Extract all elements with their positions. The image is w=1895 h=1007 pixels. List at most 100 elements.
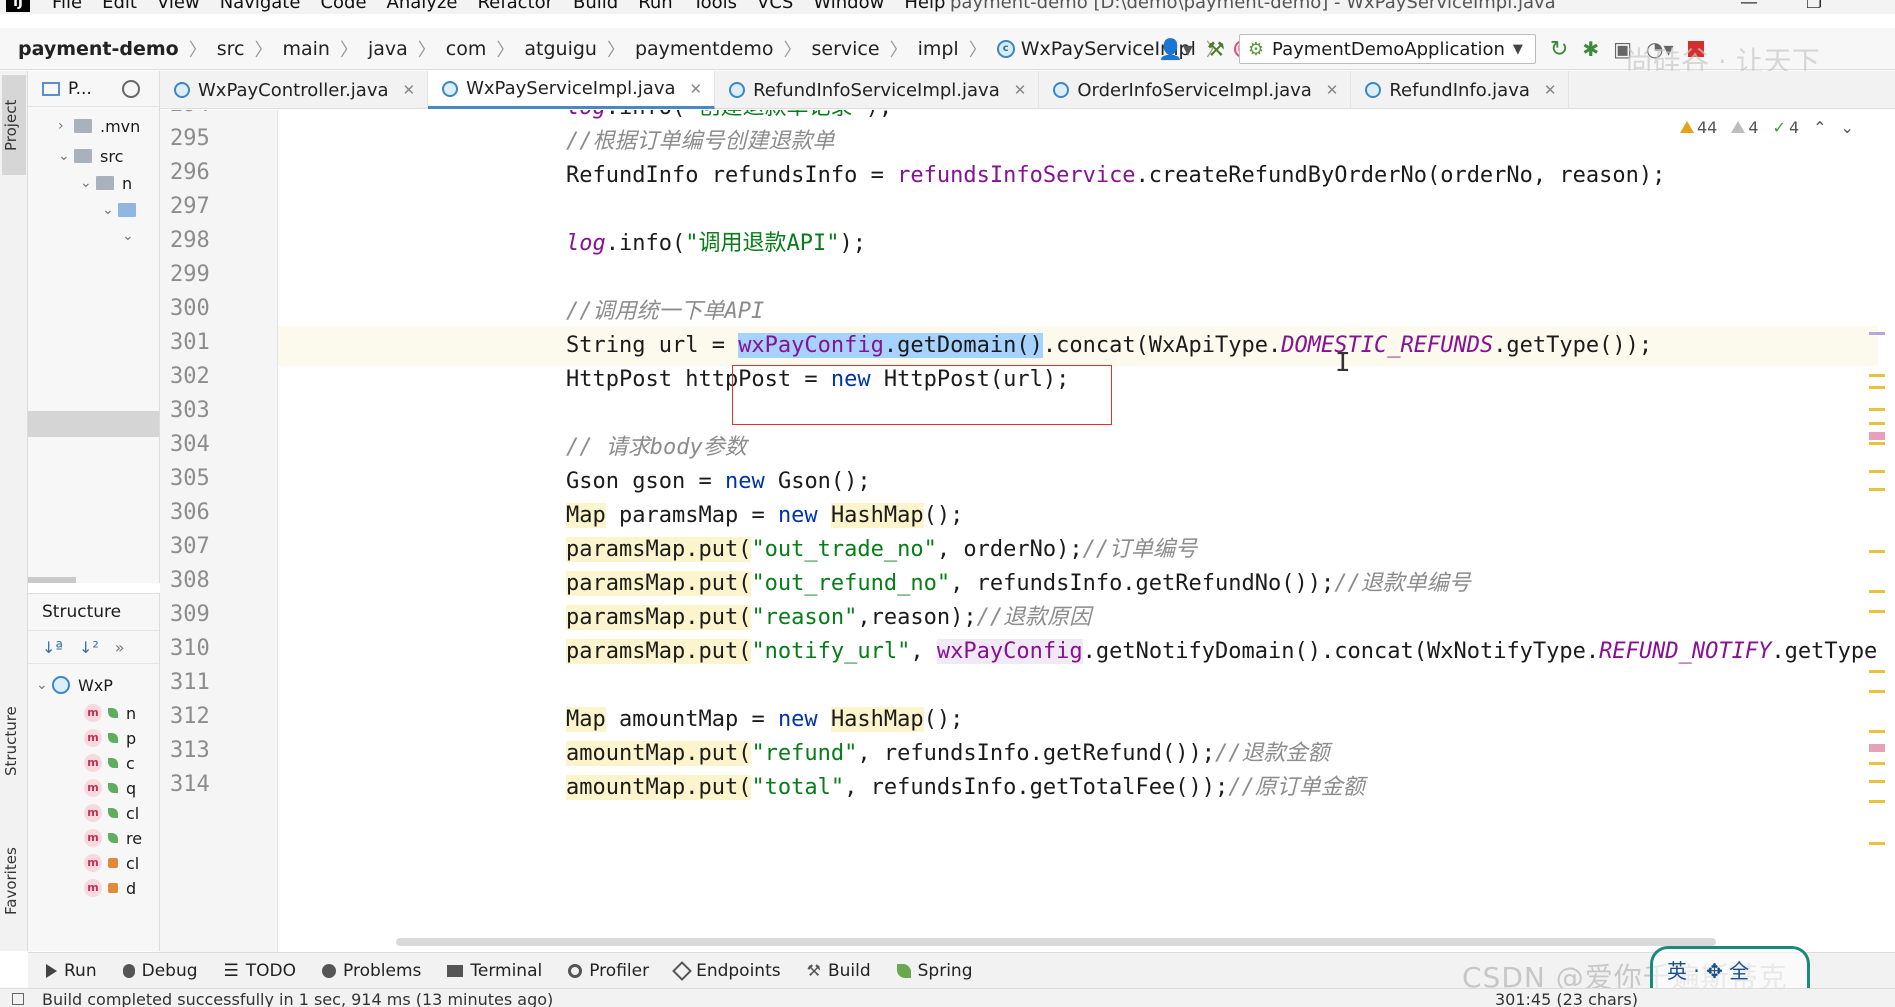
weak-warnings-count[interactable]: 4 — [1731, 118, 1759, 137]
breadcrumb-com[interactable]: com — [446, 38, 487, 60]
stripe-marker[interactable] — [1869, 386, 1885, 389]
tree-item-mvn[interactable]: › .mvn — [58, 111, 140, 141]
locate-target-icon[interactable] — [121, 79, 140, 98]
structure-root[interactable]: ⌄ WxP — [36, 670, 113, 700]
inspection-widget[interactable]: 44 4 ✓ 4 ⌃ ⌄ — [1680, 118, 1854, 137]
menu-help[interactable]: Help — [904, 0, 945, 13]
menu-code[interactable]: Code — [320, 0, 366, 13]
breadcrumb-project[interactable]: payment-demo — [18, 38, 179, 60]
code-line[interactable]: amountMap.put("total", refundsInfo.getTo… — [278, 768, 1878, 808]
breadcrumb-src[interactable]: src — [217, 38, 245, 60]
rerun-icon[interactable]: ↻ — [1550, 37, 1568, 62]
tab-refundinfoserviceimpl[interactable]: RefundInfoServiceImpl.java ✕ — [715, 71, 1040, 109]
stripe-marker[interactable] — [1869, 442, 1885, 445]
typos-count[interactable]: ✓ 4 — [1773, 118, 1800, 137]
favorites-tool-tab[interactable]: Favorites — [2, 831, 26, 931]
stripe-marker[interactable] — [1869, 780, 1885, 783]
close-icon[interactable]: ✕ — [403, 81, 416, 99]
tool-build[interactable]: ⚒ Build — [807, 961, 871, 981]
project-tool-tab[interactable]: Project — [2, 75, 26, 175]
tree-item-src[interactable]: ⌄ src — [58, 141, 123, 171]
menu-build[interactable]: Build — [573, 0, 618, 13]
breadcrumb-atguigu[interactable]: atguigu — [524, 38, 597, 60]
menu-view[interactable]: View — [157, 0, 200, 13]
chevron-down-icon[interactable]: ⌄ — [1841, 118, 1854, 137]
minimize-icon[interactable]: — — [1740, 0, 1758, 13]
breadcrumb-java[interactable]: java — [368, 38, 408, 60]
close-icon[interactable]: ✕ — [1326, 81, 1339, 99]
tool-problems[interactable]: Problems — [322, 961, 421, 981]
tab-refundinfo[interactable]: RefundInfo.java ✕ — [1351, 71, 1570, 109]
menu-analyze[interactable]: Analyze — [387, 0, 458, 13]
tool-todo[interactable]: ☰ TODO — [224, 961, 297, 981]
tool-debug[interactable]: Debug — [122, 961, 198, 981]
menu-run[interactable]: Run — [638, 0, 673, 13]
tree-item-main[interactable]: ⌄ n — [80, 168, 132, 198]
project-horizontal-scrollbar[interactable] — [28, 577, 76, 583]
menu-edit[interactable]: Edit — [102, 0, 137, 13]
build-hammer-icon[interactable]: ⚒ — [1207, 37, 1225, 61]
tool-run[interactable]: Run — [46, 961, 97, 981]
stripe-marker[interactable] — [1869, 670, 1885, 673]
close-icon[interactable]: ✕ — [1544, 81, 1557, 99]
close-icon[interactable]: ✕ — [690, 80, 703, 98]
status-toggle-icon[interactable] — [12, 993, 24, 1005]
menu-refactor[interactable]: Refactor — [477, 0, 553, 13]
project-panel-title[interactable]: P... — [68, 79, 92, 99]
tool-profiler[interactable]: Profiler — [568, 961, 649, 981]
stripe-marker[interactable] — [1869, 470, 1885, 473]
close-icon[interactable]: ✕ — [1014, 81, 1027, 99]
error-stripe[interactable] — [1866, 170, 1888, 930]
stripe-marker[interactable] — [1869, 690, 1885, 693]
menu-tools[interactable]: Tools — [693, 0, 737, 13]
debug-icon[interactable]: ✱ — [1582, 37, 1599, 61]
chevron-up-icon[interactable]: ⌃ — [1813, 118, 1826, 137]
tool-terminal[interactable]: Terminal — [447, 961, 542, 981]
stripe-marker[interactable] — [1869, 408, 1885, 411]
stripe-marker[interactable] — [1869, 610, 1885, 613]
structure-member[interactable]: m d — [84, 873, 136, 903]
stripe-marker[interactable] — [1869, 374, 1885, 377]
stripe-marker[interactable] — [1869, 800, 1885, 803]
code-token: "out_trade_no" — [751, 537, 937, 562]
stripe-marker[interactable] — [1869, 432, 1885, 440]
menu-window[interactable]: Window — [813, 0, 884, 13]
breadcrumb-main[interactable]: main — [283, 38, 330, 60]
breadcrumb-impl[interactable]: impl — [918, 38, 959, 60]
stripe-marker[interactable] — [1869, 332, 1885, 335]
breadcrumb-paymentdemo[interactable]: paymentdemo — [635, 38, 774, 60]
editor-horizontal-scrollbar[interactable] — [396, 938, 1716, 946]
more-icon[interactable]: » — [115, 638, 125, 657]
sort-visibility-icon[interactable]: ↓² — [79, 638, 99, 657]
tree-item-package[interactable]: ⌄ — [122, 221, 138, 251]
line-number-gutter[interactable]: 294 295 296 297 298 299 300 301 302 303 … — [160, 110, 278, 952]
tab-wxpayserviceimpl[interactable]: WxPayServiceImpl.java ✕ — [428, 71, 716, 109]
stripe-marker[interactable] — [1869, 488, 1885, 491]
sort-alpha-icon[interactable]: ↓ª — [42, 638, 63, 657]
breadcrumb-service[interactable]: service — [812, 38, 880, 60]
tab-wxpaycontroller[interactable]: WxPayController.java ✕ — [160, 71, 429, 109]
code-editor[interactable]: 294 295 296 297 298 299 300 301 302 303 … — [160, 110, 1895, 952]
menu-navigate[interactable]: Navigate — [220, 0, 301, 13]
stripe-marker[interactable] — [1869, 730, 1885, 733]
menu-vcs[interactable]: VCS — [757, 0, 793, 13]
selected-tree-row[interactable] — [28, 411, 159, 437]
stripe-marker[interactable] — [1869, 422, 1885, 425]
tool-spring[interactable]: Spring — [896, 961, 973, 981]
run-configuration-select[interactable]: ⚙ PaymentDemoApplication ▼ — [1238, 34, 1536, 64]
restore-icon[interactable]: ❐ — [1806, 0, 1822, 13]
stripe-marker[interactable] — [1869, 842, 1885, 845]
stripe-marker[interactable] — [1869, 590, 1885, 593]
tool-endpoints[interactable]: Endpoints — [672, 961, 781, 981]
menu-file[interactable]: File — [52, 0, 82, 13]
stripe-marker[interactable] — [1869, 744, 1885, 752]
user-icon[interactable]: 👤▾ — [1158, 37, 1193, 61]
profiler-icon — [568, 963, 583, 978]
stripe-marker[interactable] — [1869, 550, 1885, 553]
code-area[interactable]: log.info("创建退款单记录");//根据订单编号创建退款单RefundI… — [278, 110, 1878, 952]
stripe-marker[interactable] — [1869, 762, 1885, 765]
caret-position[interactable]: 301:45 (23 chars) — [1495, 990, 1638, 1007]
warnings-count[interactable]: 44 — [1680, 118, 1717, 137]
tab-orderinfoserviceimpl[interactable]: OrderInfoServiceImpl.java ✕ — [1039, 71, 1352, 109]
structure-tool-tab[interactable]: Structure — [2, 691, 26, 791]
